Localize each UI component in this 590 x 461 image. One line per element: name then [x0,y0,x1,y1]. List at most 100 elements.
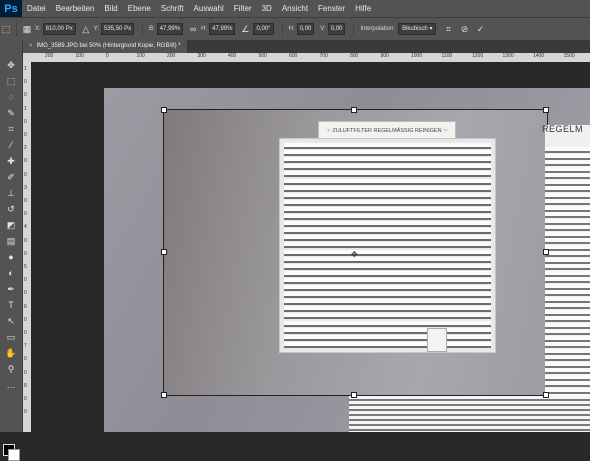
ruler-origin[interactable] [23,53,31,62]
grille-slat [284,327,491,334]
hand-tool-icon[interactable]: ✋ [3,346,19,360]
horizontal-skew-field[interactable]: 0,00 [296,23,315,35]
y-position-field[interactable]: 535,50 Px [101,23,135,35]
pen-tool-icon[interactable]: ✒ [3,282,19,296]
transform-handle-bottom-left[interactable] [161,392,167,398]
crop-tool-icon[interactable]: ⌗ [3,122,19,136]
blur-tool-icon[interactable]: ● [3,250,19,264]
ruler-tick-label: 0 [24,396,27,402]
rotation-angle-field[interactable]: 0,00° [253,23,274,35]
transform-handle-left[interactable] [161,249,167,255]
width-scale-field[interactable]: 47,99% [156,23,184,35]
history-brush-tool-icon[interactable]: ↺ [3,202,19,216]
ruler-tick-label: 0 [24,92,27,99]
brush-tool-icon[interactable]: ✐ [3,170,19,184]
grille-slat [545,166,590,173]
grille-slat [545,283,590,290]
document-title: IMG_3589.JPG bei 50% (Hintergrund Kopie,… [36,43,181,49]
type-tool-icon[interactable]: T [3,298,19,312]
reference-point-icon[interactable]: ▦ [21,24,33,35]
height-scale-field[interactable]: 47,99% [209,23,236,35]
grille-slat [545,218,590,225]
healing-brush-tool-icon[interactable]: ✚ [3,154,19,168]
warp-mode-icon[interactable]: ⌗ [442,24,454,35]
transform-handle-right[interactable] [543,249,549,255]
x-position-field[interactable]: 810,00 Px [42,23,76,35]
ruler-tick-label: 200 [45,53,54,59]
grille-slat [545,160,590,166]
width-label: B: [149,26,155,32]
menu-auswahl[interactable]: Auswahl [189,0,229,17]
cancel-transform-icon[interactable]: ⊘ [458,24,470,35]
marquee-tool-icon[interactable]: ⬚ [3,74,19,88]
tools-panel: ✥ ⬚ ◌ ✎ ⌗ ⁄ ✚ ✐ ⊥ ↺ ◩ ▤ ● ◐ ✒ T ↖ ▭ ✋ ⚲ … [0,40,23,461]
path-selection-tool-icon[interactable]: ↖ [3,314,19,328]
menu-3d[interactable]: 3D [257,0,277,17]
transform-handle-bottom-right[interactable] [543,392,549,398]
zoom-tool-icon[interactable]: ⚲ [3,362,19,376]
transform-center-icon[interactable]: ✥ [351,250,358,259]
clone-stamp-tool-icon[interactable]: ⊥ [3,186,19,200]
close-tab-icon[interactable]: × [29,43,33,49]
ruler-tick-label: 0 [24,198,27,204]
ruler-tick-label: 1 [24,66,27,72]
grille-slat [545,322,590,329]
move-tool-icon[interactable]: ✥ [3,58,19,72]
menu-bild[interactable]: Bild [99,0,122,17]
document-tab-bar: × IMG_3589.JPG bei 50% (Hintergrund Kopie… [23,40,590,53]
grille-slat [545,335,590,342]
transform-tool-icon[interactable]: ⬚ [0,24,12,35]
commit-transform-icon[interactable]: ✓ [474,24,486,35]
ruler-tick-label: 6 [24,303,27,310]
menu-ansicht[interactable]: Ansicht [277,0,313,17]
ruler-tick-label: 700 [319,53,328,59]
gradient-tool-icon[interactable]: ▤ [3,234,19,248]
grille-slat [284,206,491,213]
photoshop-logo: Ps [0,0,22,17]
menu-hilfe[interactable]: Hilfe [350,0,376,17]
quick-selection-tool-icon[interactable]: ✎ [3,106,19,120]
menu-schrift[interactable]: Schrift [156,0,189,17]
menu-datei[interactable]: Datei [22,0,51,17]
transform-handle-top-left[interactable] [161,107,167,113]
menu-ebene[interactable]: Ebene [123,0,156,17]
grille-slat [284,242,491,249]
height-label: H: [201,26,208,32]
link-icon[interactable]: ∞ [187,24,199,34]
menu-fenster[interactable]: Fenster [313,0,350,17]
more-tools-icon[interactable]: … [3,378,19,392]
ruler-tick-label: 1100 [441,53,453,59]
menu-bearbeiten[interactable]: Bearbeiten [51,0,100,17]
ruler-tick-label: 0 [24,356,27,363]
rectangle-tool-icon[interactable]: ▭ [3,330,19,344]
grille-slat [284,157,491,164]
rotation-angle-value: 0,00 [256,26,269,32]
document-tab[interactable]: × IMG_3589.JPG bei 50% (Hintergrund Kopie… [23,40,187,53]
horizontal-skew-label: H: [288,26,295,32]
ruler-tick-label: 800 [350,53,359,59]
eyedropper-tool-icon[interactable]: ⁄ [3,138,19,152]
lasso-tool-icon[interactable]: ◌ [3,90,19,104]
transform-handle-top[interactable] [351,107,357,113]
interpolation-select[interactable]: Bikubisch ▾ [398,23,437,35]
ruler-tick-label: 0 [24,250,27,257]
grille-slat [545,257,590,264]
interpolation-value: Bikubisch [402,26,428,32]
dodge-tool-icon[interactable]: ◐ [3,266,19,280]
transform-handle-bottom[interactable] [351,392,357,398]
grille-slat [284,235,491,242]
grille-slat [284,164,491,171]
canvas-area[interactable]: REGELM ☞ ZULUFTFILTER REGELMÄSSIG REINIG… [31,62,590,432]
grille-slat [284,320,491,327]
ruler-tick-label: 0 [24,79,27,86]
menu-filter[interactable]: Filter [229,0,257,17]
relative-position-icon[interactable]: △ [80,24,92,35]
transform-handle-top-right[interactable] [543,107,549,113]
ruler-tick-label: 8 [24,382,27,389]
eraser-tool-icon[interactable]: ◩ [3,218,19,232]
grille-slat [284,228,491,235]
vent-grille [279,138,496,353]
background-color-swatch[interactable] [8,449,20,461]
vertical-skew-field[interactable]: 0,00 [327,23,346,35]
grille-slat [545,238,590,244]
